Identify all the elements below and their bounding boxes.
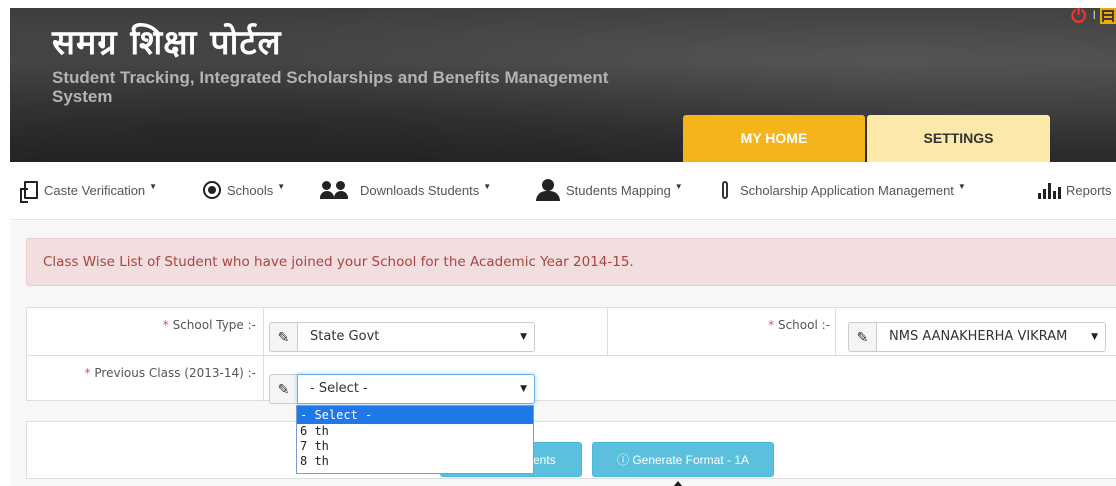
- nav-label: Scholarship Application Management: [740, 182, 954, 198]
- nav-caste-verification[interactable]: Caste Verification ▼: [18, 178, 158, 203]
- nav-scholarship-application[interactable]: Scholarship Application Management ▼: [722, 178, 966, 202]
- nav-downloads-students[interactable]: Downloads Students ▼: [320, 178, 491, 202]
- target-icon: [203, 181, 221, 199]
- school-type-label: * School Type :-: [162, 318, 256, 332]
- dropdown-arrow-icon: ▼: [1087, 323, 1098, 351]
- caret-down-icon: ▼: [277, 181, 286, 191]
- info-alert: Class Wise List of Student who have join…: [26, 238, 1116, 286]
- paperclip-icon: [722, 181, 728, 199]
- dropdown-arrow-icon: ▼: [520, 384, 527, 394]
- previous-class-options: - Select - 6 th 7 th 8 th: [296, 405, 534, 474]
- option-7th[interactable]: 7 th: [297, 439, 533, 454]
- school-addon: ✎: [848, 322, 876, 352]
- caret-down-icon: ▼: [483, 181, 492, 191]
- previous-class-label: * Previous Class (2013-14) :-: [84, 366, 256, 380]
- pencil-icon: ✎: [277, 328, 290, 345]
- header-icons: ⏻ I: [1069, 8, 1116, 28]
- nav-reports[interactable]: Reports: [1038, 178, 1112, 202]
- nav-label: Schools: [227, 182, 274, 198]
- nav-label: Caste Verification: [44, 182, 146, 198]
- portal-title: समग्र शिक्षा पोर्टल: [52, 23, 282, 63]
- school-value: NMS AANAKHERHA VIKRAM: [889, 329, 1068, 344]
- tab-settings[interactable]: SETTINGS: [867, 115, 1050, 162]
- bar-chart-icon: [1038, 181, 1064, 199]
- document-icon: [20, 181, 38, 203]
- school-type-group: ✎ State Govt ▼: [269, 322, 535, 352]
- power-icon[interactable]: ⏻: [1069, 8, 1089, 28]
- main-navigation: Caste Verification ▼ Schools ▼ Downloads…: [10, 162, 1116, 220]
- tab-my-home[interactable]: MY HOME: [683, 115, 865, 162]
- caret-down-icon: ▼: [149, 181, 158, 191]
- generate-format-button[interactable]: ⓘ Generate Format - 1A: [592, 442, 774, 477]
- previous-class-addon: ✎: [269, 374, 297, 404]
- pencil-icon: ✎: [277, 380, 290, 397]
- users-icon: [320, 181, 354, 199]
- nav-students-mapping[interactable]: Students Mapping ▼: [536, 178, 683, 202]
- previous-class-select[interactable]: - Select - ▼: [297, 374, 535, 404]
- school-label: * School :-: [768, 318, 830, 332]
- option-8th[interactable]: 8 th: [297, 454, 533, 469]
- school-select[interactable]: NMS AANAKHERHA VIKRAM ▼: [876, 322, 1106, 352]
- previous-class-group: ✎ - Select - ▼: [269, 374, 535, 404]
- school-type-select[interactable]: State Govt ▼: [297, 322, 535, 352]
- caret-down-icon: ▼: [957, 181, 966, 191]
- portal-subtitle: Student Tracking, Integrated Scholarship…: [52, 68, 609, 106]
- registration-icon[interactable]: [1100, 8, 1116, 24]
- school-type-value: State Govt: [310, 329, 380, 344]
- caret-down-icon: ▼: [674, 181, 683, 191]
- school-type-addon: ✎: [269, 322, 297, 352]
- option-select[interactable]: - Select -: [297, 406, 533, 424]
- nav-schools[interactable]: Schools ▼: [203, 178, 285, 202]
- dropdown-arrow-icon: ▼: [520, 332, 527, 342]
- icon-separator: I: [1092, 8, 1096, 22]
- option-6th[interactable]: 6 th: [297, 424, 533, 439]
- info-icon: ⓘ: [616, 453, 629, 467]
- mouse-cursor-icon: [673, 481, 683, 486]
- school-group: ✎ NMS AANAKHERHA VIKRAM ▼: [848, 322, 1106, 352]
- previous-class-value: - Select -: [310, 381, 368, 396]
- nav-label: Reports: [1066, 182, 1112, 198]
- user-icon: [536, 179, 560, 201]
- nav-label: Downloads Students: [360, 182, 480, 198]
- nav-label: Students Mapping: [566, 182, 671, 198]
- pencil-icon: ✎: [856, 328, 869, 345]
